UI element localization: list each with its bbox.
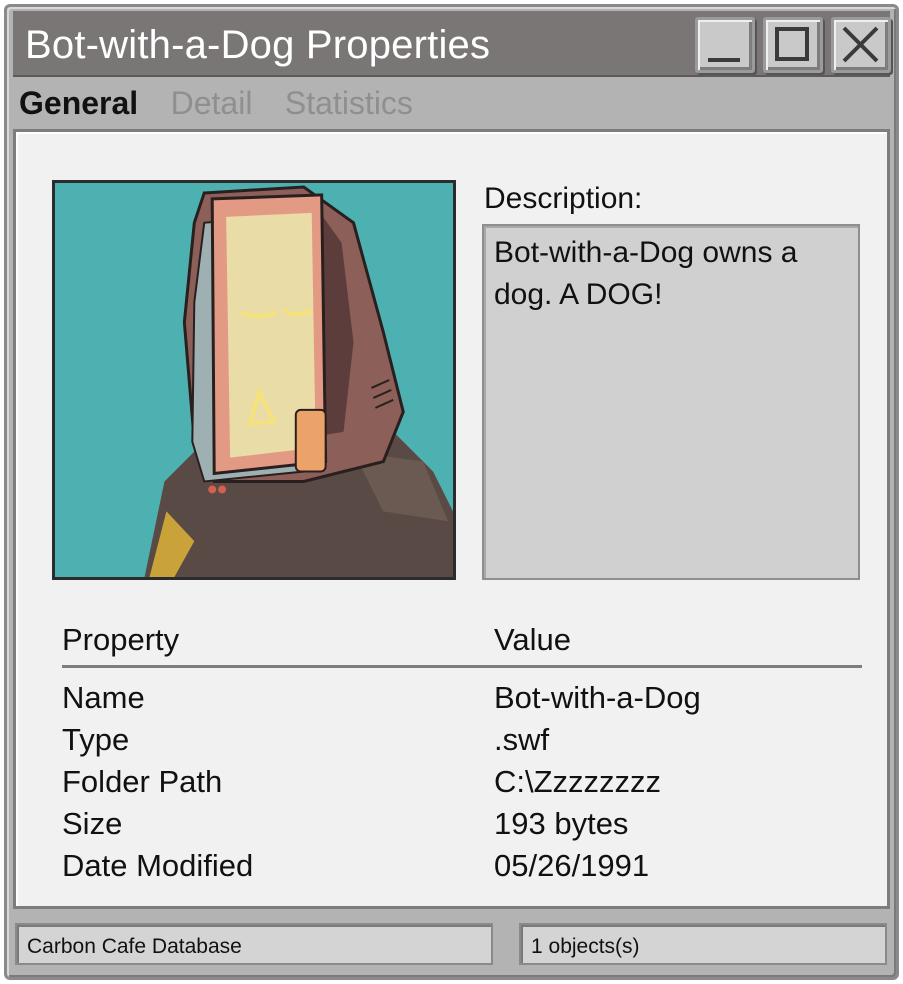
tab-general[interactable]: General [19, 85, 138, 122]
property-value-cell: .swf [494, 722, 550, 757]
table-row[interactable]: Date Modified 05/26/1991 [62, 848, 862, 890]
property-value-cell: 05/26/1991 [494, 848, 650, 883]
description-textbox[interactable]: Bot-with-a-Dog owns a dog. A DOG! [482, 224, 860, 580]
property-name-cell: Type [62, 722, 130, 757]
tab-statistics[interactable]: Statistics [285, 85, 413, 122]
property-name-cell: Date Modified [62, 848, 254, 883]
general-panel: Description: Bot-with-a-Dog owns a dog. … [13, 129, 890, 909]
table-header: Property Value [62, 622, 862, 668]
properties-window: Bot-with-a-Dog Properties General Detail… [4, 4, 899, 980]
table-row[interactable]: Size 193 bytes [62, 806, 862, 848]
status-source: Carbon Cafe Database [15, 923, 493, 965]
table-body: Name Bot-with-a-Dog Type .swf Folder Pat… [62, 680, 862, 890]
hooded-robot-illustration [55, 183, 453, 577]
properties-table: Property Value Name Bot-with-a-Dog Type … [62, 622, 862, 890]
window-title: Bot-with-a-Dog Properties [25, 23, 491, 67]
table-row[interactable]: Folder Path C:\Zzzzzzzz [62, 764, 862, 806]
property-value-cell: 193 bytes [494, 806, 629, 841]
close-button[interactable] [831, 17, 891, 73]
property-name-cell: Size [62, 806, 123, 841]
property-value-cell: Bot-with-a-Dog [494, 680, 701, 715]
table-row[interactable]: Name Bot-with-a-Dog [62, 680, 862, 722]
minimize-icon [708, 58, 740, 62]
maximize-button[interactable] [763, 17, 823, 73]
description-label: Description: [484, 182, 643, 215]
minimize-button[interactable] [695, 17, 755, 73]
status-object-count: 1 objects(s) [519, 923, 887, 965]
property-name-cell: Name [62, 680, 145, 715]
column-header-value[interactable]: Value [494, 622, 571, 658]
property-name-cell: Folder Path [62, 764, 223, 799]
close-icon [842, 26, 879, 63]
table-row[interactable]: Type .swf [62, 722, 862, 764]
title-bar[interactable]: Bot-with-a-Dog Properties [13, 11, 891, 77]
maximize-icon [775, 27, 809, 61]
portrait-image [52, 180, 456, 580]
status-bar: Carbon Cafe Database 1 objects(s) [13, 919, 890, 971]
tab-detail[interactable]: Detail [171, 85, 253, 122]
column-header-property[interactable]: Property [62, 622, 179, 658]
property-value-cell: C:\Zzzzzzzz [494, 764, 662, 799]
tab-strip: General Detail Statistics [19, 85, 441, 125]
